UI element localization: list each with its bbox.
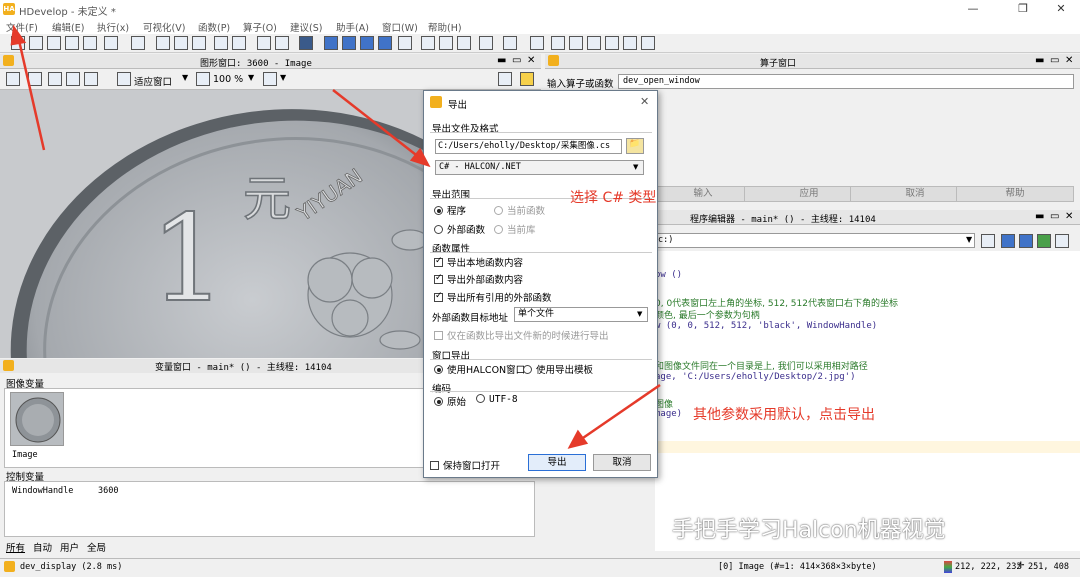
- watermark: 手把手学习Halcon机器视觉: [672, 518, 946, 543]
- annotation-arrow-line: [579, 383, 661, 442]
- annotation-arrow-head: [10, 24, 27, 46]
- annotation-arrow-line: [16, 35, 46, 151]
- annotation-select-csharp: 选择 C# 类型: [570, 190, 657, 206]
- annotation-arrow-line: [332, 89, 421, 159]
- annotation-arrow-head: [567, 429, 589, 449]
- annotation-overlay: [10, 24, 661, 449]
- annotation-click-export: 其他参数采用默认，点击导出: [693, 407, 875, 423]
